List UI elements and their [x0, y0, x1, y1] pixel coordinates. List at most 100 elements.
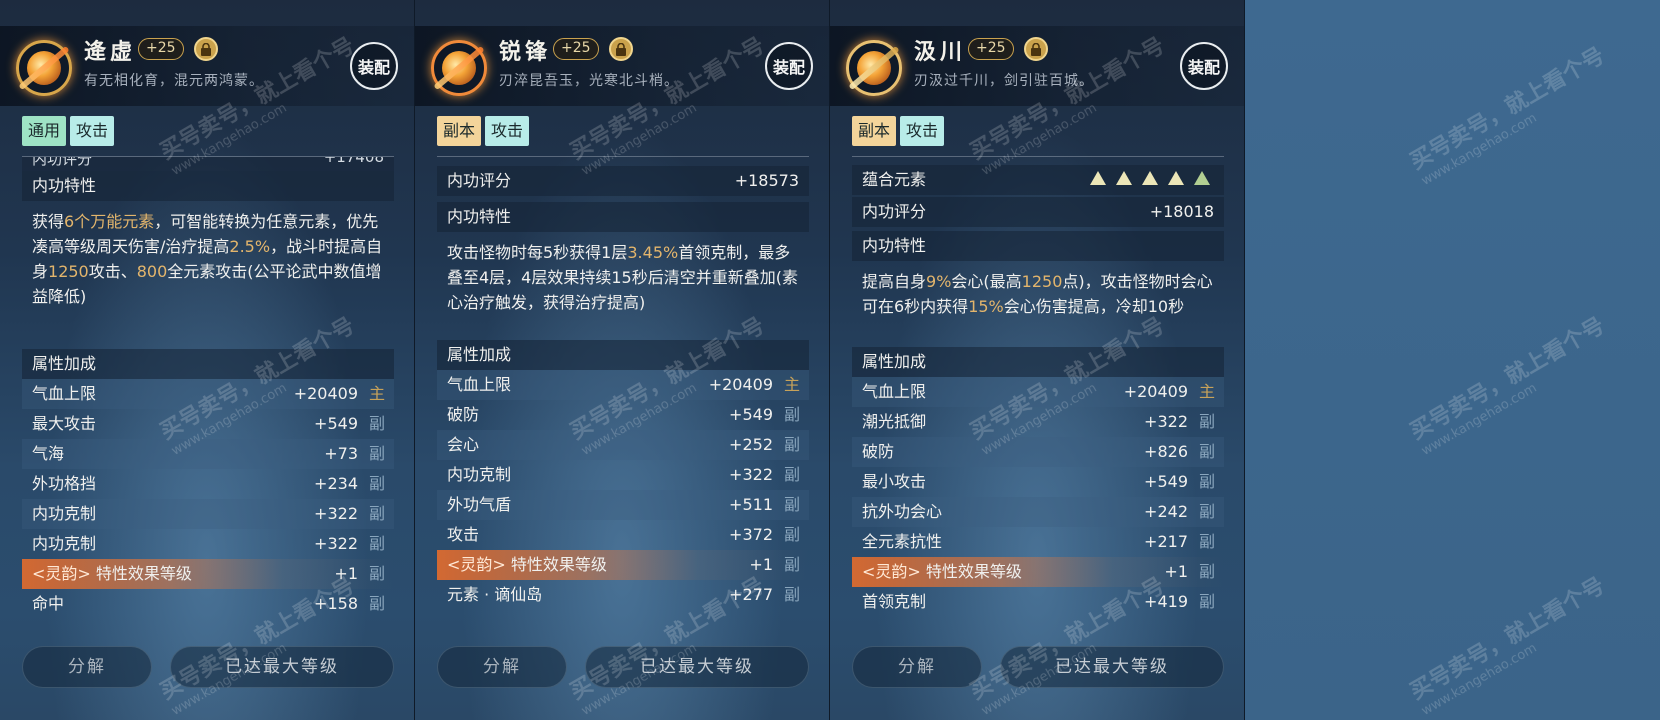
sub-attr-badge: 副 — [368, 564, 385, 583]
sub-attr-badge: 副 — [368, 534, 385, 553]
tag-attack: 攻击 — [485, 116, 530, 146]
attr-title: 属性加成 — [22, 349, 394, 379]
item-panel-1: 逄虚 +25 有无相化育，混元两鸿蒙。 装配 通用 攻击 内功评分 +17408 … — [0, 0, 415, 720]
attr-row: 气海 +73 副 — [22, 439, 394, 469]
item-level-badge: +25 — [968, 38, 1014, 60]
disassemble-button[interactable]: 分解 — [437, 646, 567, 688]
action-buttons: 分解 已达最大等级 — [437, 646, 809, 688]
max-level-button[interactable]: 已达最大等级 — [585, 646, 809, 688]
trait-title: 内功特性 — [22, 171, 394, 201]
item-panel-3: 汲川 +25 刃汲过千川，剑引驻百城。 装配 副本 攻击 蕴合元素 内功评分 +1… — [830, 0, 1245, 720]
element-triangle-icon — [1142, 171, 1158, 185]
lock-icon[interactable] — [194, 37, 218, 61]
item-name: 锐锋 — [499, 39, 552, 65]
attr-row: 气血上限 +20409 主 — [437, 370, 809, 400]
trait-title: 内功特性 — [437, 202, 809, 232]
element-triangle-icon — [1168, 171, 1184, 185]
sub-attr-badge: 副 — [1198, 502, 1215, 521]
item-header: 汲川 +25 刃汲过千川，剑引驻百城。 装配 — [830, 26, 1244, 106]
item-name: 汲川 — [914, 39, 967, 65]
disassemble-button[interactable]: 分解 — [852, 646, 982, 688]
item-details[interactable]: 蕴合元素 内功评分 +18018 内功特性 提高自身9%会心(最高1250点)，攻… — [852, 165, 1224, 617]
sub-attr-badge: 副 — [368, 414, 385, 433]
attr-row: 元素 · 谪仙岛 +277 副 — [437, 580, 809, 610]
equip-button[interactable]: 装配 — [1180, 42, 1228, 90]
sub-attr-badge: 副 — [1198, 412, 1215, 431]
score-row-partial: 内功评分 +17408 — [22, 157, 394, 171]
element-row: 蕴合元素 — [852, 165, 1224, 195]
item-tags: 通用 攻击 — [22, 116, 115, 146]
divider — [852, 156, 1224, 157]
sub-attr-badge: 副 — [368, 444, 385, 463]
attr-title: 属性加成 — [852, 347, 1224, 377]
sub-attr-badge: 副 — [368, 504, 385, 523]
attr-row: 首领克制 +419 副 — [852, 587, 1224, 617]
sub-attr-badge: 副 — [1198, 532, 1215, 551]
tag-general: 通用 — [22, 116, 67, 146]
item-header: 锐锋 +25 刃淬昆吾玉，光寒北斗梢。 装配 — [415, 26, 829, 106]
sub-attr-badge: 副 — [1198, 472, 1215, 491]
attr-row: 破防 +826 副 — [852, 437, 1224, 467]
item-details[interactable]: 内功评分 +17408 内功特性 获得6个万能元素，可智能转换为任意元素，优先凑高… — [22, 157, 394, 619]
item-description: 刃汲过千川，剑引驻百城。 — [914, 73, 1094, 89]
item-description: 有无相化育，混元两鸿蒙。 — [84, 73, 264, 89]
background-area — [1245, 0, 1660, 720]
attr-row: 会心 +252 副 — [437, 430, 809, 460]
sub-attr-badge: 副 — [1198, 592, 1215, 611]
sub-attr-badge: 副 — [783, 495, 800, 514]
lock-icon[interactable] — [609, 37, 633, 61]
score-row: 内功评分 +18573 — [437, 166, 809, 196]
sub-attr-badge: 副 — [783, 555, 800, 574]
sub-attr-badge: 副 — [368, 474, 385, 493]
item-details[interactable]: 内功评分 +18573 内功特性 攻击怪物时每5秒获得1层3.45%首领克制，最多… — [437, 166, 809, 610]
item-level-badge: +25 — [553, 38, 599, 60]
sub-attr-badge: 副 — [1198, 442, 1215, 461]
action-buttons: 分解 已达最大等级 — [22, 646, 394, 688]
lock-icon[interactable] — [1024, 37, 1048, 61]
attr-row: 最大攻击 +549 副 — [22, 409, 394, 439]
item-tags: 副本 攻击 — [852, 116, 945, 146]
attr-row-lingyun: <灵韵> 特性效果等级 +1 副 — [437, 550, 809, 580]
attr-row: 破防 +549 副 — [437, 400, 809, 430]
item-level-badge: +25 — [138, 38, 184, 60]
attr-row: 内功克制 +322 副 — [22, 499, 394, 529]
max-level-button[interactable]: 已达最大等级 — [1000, 646, 1224, 688]
tag-attack: 攻击 — [70, 116, 115, 146]
action-buttons: 分解 已达最大等级 — [852, 646, 1224, 688]
element-triangle-icon — [1194, 171, 1210, 185]
disassemble-button[interactable]: 分解 — [22, 646, 152, 688]
max-level-button[interactable]: 已达最大等级 — [170, 646, 394, 688]
attr-row: 外功气盾 +511 副 — [437, 490, 809, 520]
sub-attr-badge: 副 — [783, 525, 800, 544]
element-triangle-icon — [1090, 171, 1106, 185]
score-row: 内功评分 +18018 — [852, 197, 1224, 227]
item-panel-2: 锐锋 +25 刃淬昆吾玉，光寒北斗梢。 装配 副本 攻击 内功评分 +18573 … — [415, 0, 830, 720]
attr-row: 攻击 +372 副 — [437, 520, 809, 550]
sub-attr-badge: 副 — [783, 465, 800, 484]
item-emblem-icon — [10, 34, 78, 102]
equip-button[interactable]: 装配 — [765, 42, 813, 90]
item-tags: 副本 攻击 — [437, 116, 530, 146]
attr-row: 最小攻击 +549 副 — [852, 467, 1224, 497]
attr-row: 抗外功会心 +242 副 — [852, 497, 1224, 527]
attr-row: 气血上限 +20409 主 — [852, 377, 1224, 407]
equip-button[interactable]: 装配 — [350, 42, 398, 90]
tag-attack: 攻击 — [900, 116, 945, 146]
sub-attr-badge: 副 — [783, 405, 800, 424]
main-attr-badge: 主 — [1198, 382, 1215, 401]
attr-row: 全元素抗性 +217 副 — [852, 527, 1224, 557]
tag-dungeon: 副本 — [437, 116, 482, 146]
element-triangle-icon — [1116, 171, 1132, 185]
sub-attr-badge: 副 — [368, 594, 385, 613]
attr-row: 内功克制 +322 副 — [437, 460, 809, 490]
attr-row: 内功克制 +322 副 — [22, 529, 394, 559]
attr-title: 属性加成 — [437, 340, 809, 370]
item-description: 刃淬昆吾玉，光寒北斗梢。 — [499, 73, 679, 89]
sub-attr-badge: 副 — [1198, 562, 1215, 581]
trait-description: 攻击怪物时每5秒获得1层3.45%首领克制，最多叠至4层，4层效果持续15秒后清… — [447, 243, 798, 312]
item-emblem-icon — [425, 34, 493, 102]
divider — [437, 156, 809, 157]
attr-row-lingyun: <灵韵> 特性效果等级 +1 副 — [852, 557, 1224, 587]
sub-attr-badge: 副 — [783, 585, 800, 604]
trait-title: 内功特性 — [852, 231, 1224, 261]
